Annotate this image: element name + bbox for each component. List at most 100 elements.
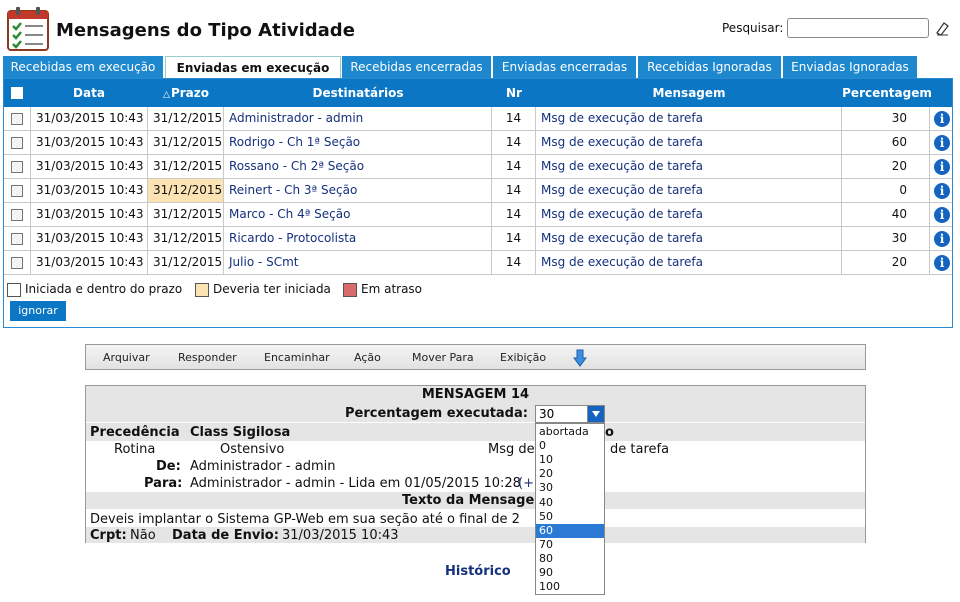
table-row[interactable]: 31/03/2015 10:43 31/12/2015 Reinert - Ch 3…	[4, 179, 952, 203]
toolbar-acao[interactable]: Ação	[354, 345, 381, 371]
table-row[interactable]: 31/03/2015 10:43 31/12/2015 Ricardo - Prot…	[4, 227, 952, 251]
cell-mensagem[interactable]: Msg de execução de tarefa	[536, 203, 842, 226]
col-nr[interactable]: Nr	[492, 79, 536, 107]
chevron-down-icon[interactable]	[587, 406, 604, 422]
dropdown-option[interactable]: 100	[536, 580, 604, 594]
cell-prazo: 31/12/2015	[148, 131, 224, 154]
cell-nr: 14	[492, 131, 536, 154]
cell-data: 31/03/2015 10:43	[30, 179, 148, 202]
assunto-label-tail: o	[605, 425, 614, 440]
arrow-down-icon[interactable]	[573, 349, 587, 367]
cell-destinatario[interactable]: Rossano - Ch 2ª Seção	[224, 155, 492, 178]
search-input[interactable]	[787, 18, 929, 38]
toolbar-encaminhar[interactable]: Encaminhar	[264, 345, 330, 371]
envio-value: 31/03/2015 10:43	[282, 528, 399, 543]
cell-destinatario[interactable]: Administrador - admin	[224, 107, 492, 130]
cell-percentagem: 30	[842, 107, 930, 130]
toolbar-exibicao[interactable]: Exibição	[500, 345, 546, 371]
row-checkbox[interactable]	[11, 161, 23, 173]
tab-enviadas-ignoradas[interactable]: Enviadas Ignoradas	[783, 56, 918, 78]
cell-data: 31/03/2015 10:43	[30, 107, 148, 130]
col-prazo[interactable]: △Prazo	[148, 79, 224, 107]
cell-mensagem[interactable]: Msg de execução de tarefa	[536, 155, 842, 178]
info-icon[interactable]: i	[934, 255, 950, 271]
cell-prazo: 31/12/2015	[148, 179, 224, 202]
col-destinatarios[interactable]: Destinatários	[224, 79, 492, 107]
message-title: MENSAGEM 14	[421, 387, 530, 402]
row-checkbox[interactable]	[11, 257, 23, 269]
tab-enviadas-execucao[interactable]: Enviadas em execução	[165, 56, 341, 78]
search-label: Pesquisar:	[722, 21, 784, 35]
class-value: Ostensivo	[220, 442, 285, 457]
info-icon[interactable]: i	[934, 111, 950, 127]
info-icon[interactable]: i	[934, 231, 950, 247]
cell-nr: 14	[492, 155, 536, 178]
cell-percentagem: 20	[842, 251, 930, 274]
row-checkbox[interactable]	[11, 137, 23, 149]
cell-destinatario[interactable]: Ricardo - Protocolista	[224, 227, 492, 250]
eraser-icon[interactable]	[934, 20, 950, 36]
tab-recebidas-ignoradas[interactable]: Recebidas Ignoradas	[638, 56, 782, 78]
cell-mensagem[interactable]: Msg de execução de tarefa	[536, 131, 842, 154]
cell-percentagem: 40	[842, 203, 930, 226]
dropdown-option[interactable]: 30	[536, 481, 604, 495]
toolbar-arquivar[interactable]: Arquivar	[103, 345, 150, 371]
message-toolbar: Arquivar Responder Encaminhar Ação Mover…	[85, 344, 866, 370]
cell-data: 31/03/2015 10:43	[30, 251, 148, 274]
cell-percentagem: 30	[842, 227, 930, 250]
de-value: Administrador - admin	[190, 459, 336, 474]
info-icon[interactable]: i	[934, 159, 950, 175]
cell-destinatario[interactable]: Reinert - Ch 3ª Seção	[224, 179, 492, 202]
col-data[interactable]: Data	[30, 79, 148, 107]
row-checkbox[interactable]	[11, 113, 23, 125]
cell-nr: 14	[492, 251, 536, 274]
dropdown-option[interactable]: 80	[536, 552, 604, 566]
dropdown-option[interactable]: 40	[536, 496, 604, 510]
row-checkbox[interactable]	[11, 185, 23, 197]
percentage-select[interactable]: 30	[535, 405, 605, 423]
dropdown-option[interactable]: 70	[536, 538, 604, 552]
toolbar-mover-para[interactable]: Mover Para	[412, 345, 474, 371]
cell-mensagem[interactable]: Msg de execução de tarefa	[536, 227, 842, 250]
row-checkbox[interactable]	[11, 233, 23, 245]
table-row[interactable]: 31/03/2015 10:43 31/12/2015 Rodrigo - Ch 1…	[4, 131, 952, 155]
cell-destinatario[interactable]: Marco - Ch 4ª Seção	[224, 203, 492, 226]
col-mensagem[interactable]: Mensagem	[536, 79, 842, 107]
select-all-checkbox[interactable]	[11, 87, 23, 99]
cell-data: 31/03/2015 10:43	[30, 227, 148, 250]
info-icon[interactable]: i	[934, 135, 950, 151]
col-prazo-label: Prazo	[170, 86, 209, 100]
dropdown-option[interactable]: 90	[536, 566, 604, 580]
cell-nr: 14	[492, 203, 536, 226]
toolbar-responder[interactable]: Responder	[178, 345, 237, 371]
info-icon[interactable]: i	[934, 207, 950, 223]
table-row[interactable]: 31/03/2015 10:43 31/12/2015 Marco - Ch 4ª …	[4, 203, 952, 227]
crpt-value: Não	[130, 528, 156, 543]
info-icon[interactable]: i	[934, 183, 950, 199]
dropdown-option[interactable]: abortada	[536, 425, 604, 439]
tab-enviadas-encerradas[interactable]: Enviadas encerradas	[493, 56, 637, 78]
assunto-value-a: Msg de	[488, 442, 535, 457]
col-percentagem[interactable]: Percentagem	[842, 79, 932, 107]
cell-percentagem: 20	[842, 155, 930, 178]
historico-link[interactable]: Histórico	[445, 564, 511, 579]
cell-mensagem[interactable]: Msg de execução de tarefa	[536, 179, 842, 202]
dropdown-option[interactable]: 50	[536, 510, 604, 524]
tab-recebidas-execucao[interactable]: Recebidas em execução	[3, 56, 164, 78]
cell-mensagem[interactable]: Msg de execução de tarefa	[536, 251, 842, 274]
cell-mensagem[interactable]: Msg de execução de tarefa	[536, 107, 842, 130]
row-checkbox[interactable]	[11, 209, 23, 221]
para-more-link[interactable]: (+	[518, 476, 534, 491]
dropdown-option[interactable]: 0	[536, 439, 604, 453]
table-row[interactable]: 31/03/2015 10:43 31/12/2015 Rossano - Ch 2…	[4, 155, 952, 179]
ignorar-button[interactable]: ignorar	[10, 301, 66, 321]
envio-label: Data de Envio:	[172, 528, 279, 543]
table-row[interactable]: 31/03/2015 10:43 31/12/2015 Administrador …	[4, 107, 952, 131]
dropdown-option[interactable]: 60	[536, 523, 604, 538]
cell-destinatario[interactable]: Rodrigo - Ch 1ª Seção	[224, 131, 492, 154]
dropdown-option[interactable]: 20	[536, 467, 604, 481]
table-row[interactable]: 31/03/2015 10:43 31/12/2015 Julio - SCmt 14…	[4, 251, 952, 275]
cell-destinatario[interactable]: Julio - SCmt	[224, 251, 492, 274]
tab-recebidas-encerradas[interactable]: Recebidas encerradas	[342, 56, 492, 78]
dropdown-option[interactable]: 10	[536, 453, 604, 467]
